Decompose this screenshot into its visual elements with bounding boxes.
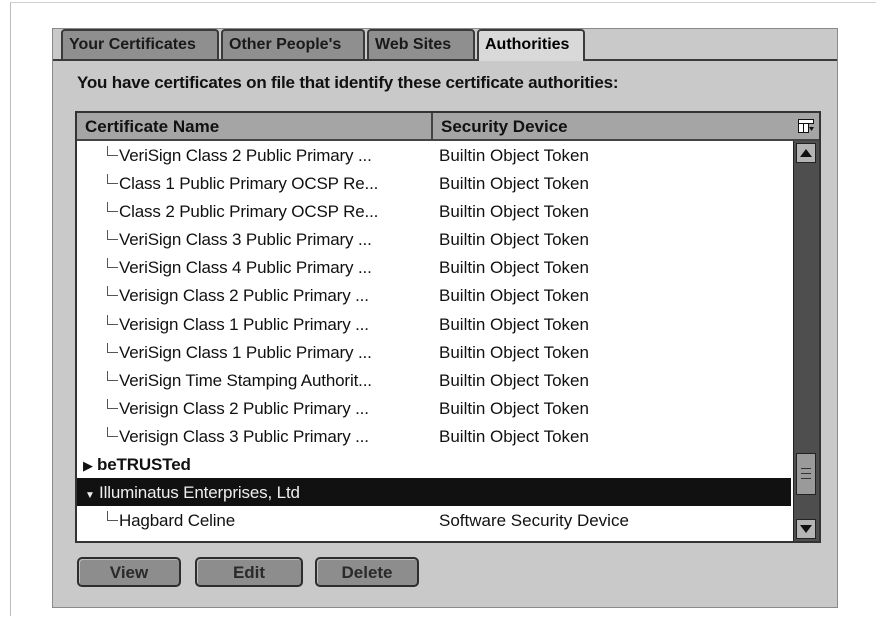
certificate-name: VeriSign Class 3 Public Primary ... [119, 230, 372, 250]
table-row[interactable]: VeriSign Class 4 Public Primary ... Buil… [77, 253, 791, 281]
tree-connector-icon [107, 146, 118, 156]
table-row[interactable]: Class 1 Public Primary OCSP Re... Builti… [77, 169, 791, 197]
scroll-up-arrow-icon[interactable] [796, 143, 816, 163]
table-row[interactable]: Verisign Class 3 Public Primary ... Buil… [77, 422, 791, 450]
tree-connector-icon [107, 258, 118, 269]
security-device: Software Security Device [439, 511, 629, 531]
security-device: Builtin Object Token [439, 370, 589, 390]
security-device: Builtin Object Token [439, 174, 589, 194]
security-device: Builtin Object Token [439, 202, 589, 222]
certificate-name: Verisign Class 3 Public Primary ... [119, 426, 369, 446]
group-name: Illuminatus Enterprises, Ltd [99, 483, 300, 503]
tree-connector-icon [107, 286, 118, 297]
certificate-name: Class 1 Public Primary OCSP Re... [119, 174, 379, 194]
table-rows: VeriSign Class 2 Public Primary ... Buil… [77, 141, 791, 534]
certificate-name: Class 2 Public Primary OCSP Re... [119, 202, 379, 222]
certificate-name: Verisign Class 2 Public Primary ... [119, 398, 369, 418]
security-device: Builtin Object Token [439, 342, 589, 362]
security-device: Builtin Object Token [439, 286, 589, 306]
grip-icon [801, 478, 811, 479]
edit-button[interactable]: Edit [195, 557, 303, 587]
tree-connector-icon [107, 314, 118, 325]
vertical-scrollbar[interactable] [793, 141, 819, 541]
table-row[interactable]: Verisign Class 2 Public Primary ... Buil… [77, 281, 791, 309]
tree-connector-icon [107, 426, 118, 437]
table-row[interactable]: Class 2 Public Primary OCSP Re... Builti… [77, 197, 791, 225]
certificate-name: VeriSign Time Stamping Authorit... [119, 370, 372, 390]
scrollbar-thumb[interactable] [796, 453, 816, 495]
column-header-certificate-name[interactable]: Certificate Name [77, 113, 433, 141]
certificate-name: Verisign Class 2 Public Primary ... [119, 286, 369, 306]
tree-connector-icon [107, 511, 118, 522]
certificate-name: VeriSign Class 4 Public Primary ... [119, 258, 372, 278]
expand-triangle-icon[interactable]: ▶ [83, 458, 97, 474]
table-row[interactable]: VeriSign Class 1 Public Primary ... Buil… [77, 338, 791, 366]
security-device: Builtin Object Token [439, 314, 589, 334]
table-row[interactable]: VeriSign Time Stamping Authorit... Built… [77, 366, 791, 394]
collapse-triangle-icon[interactable]: ▼ [85, 490, 99, 501]
group-name: beTRUSTed [97, 455, 191, 475]
tab-other-peoples[interactable]: Other People's [221, 29, 365, 59]
security-device: Builtin Object Token [439, 426, 589, 446]
tab-strip-divider [53, 59, 837, 61]
column-header-security-device[interactable]: Security Device [433, 113, 797, 141]
tab-web-sites[interactable]: Web Sites [367, 29, 475, 59]
tree-connector-icon [107, 370, 118, 381]
certificate-name: Hagbard Celine [119, 511, 236, 531]
security-device: Builtin Object Token [439, 230, 589, 250]
certificate-name: VeriSign Class 2 Public Primary ... [119, 146, 372, 165]
security-device: Builtin Object Token [439, 398, 589, 418]
tree-group-row-selected[interactable]: ▼ Illuminatus Enterprises, Ltd [77, 478, 791, 507]
table-row[interactable]: Verisign Class 1 Public Primary ... Buil… [77, 310, 791, 338]
table-row[interactable]: VeriSign Class 3 Public Primary ... Buil… [77, 225, 791, 253]
tab-your-certificates[interactable]: Your Certificates [61, 29, 219, 59]
authorities-prompt: You have certificates on file that ident… [77, 73, 619, 92]
certificate-manager-dialog: Your Certificates Other People's Web Sit… [52, 28, 838, 608]
tab-authorities[interactable]: Authorities [477, 29, 585, 61]
grip-icon [801, 473, 811, 474]
tree-connector-icon [107, 202, 118, 213]
security-device: Builtin Object Token [439, 146, 589, 165]
table-row[interactable]: VeriSign Class 2 Public Primary ... Buil… [77, 141, 791, 169]
column-picker-icon[interactable] [793, 113, 819, 141]
tree-connector-icon [107, 174, 118, 185]
tree-group-row[interactable]: ▶ beTRUSTed [77, 450, 791, 478]
table-row[interactable]: Verisign Class 2 Public Primary ... Buil… [77, 394, 791, 422]
table-row[interactable]: Hagbard Celine Software Security Device [77, 506, 791, 534]
certificate-tree-table[interactable]: Certificate Name Security Device VeriSig… [75, 111, 821, 543]
certificate-name: VeriSign Class 1 Public Primary ... [119, 342, 372, 362]
security-device: Builtin Object Token [439, 258, 589, 278]
view-button[interactable]: View [77, 557, 181, 587]
tree-connector-icon [107, 230, 118, 241]
tree-connector-icon [107, 342, 118, 353]
grip-icon [801, 468, 811, 469]
delete-button[interactable]: Delete [315, 557, 419, 587]
scroll-down-arrow-icon[interactable] [796, 519, 816, 539]
tree-connector-icon [107, 398, 118, 409]
certificate-name: Verisign Class 1 Public Primary ... [119, 314, 369, 334]
